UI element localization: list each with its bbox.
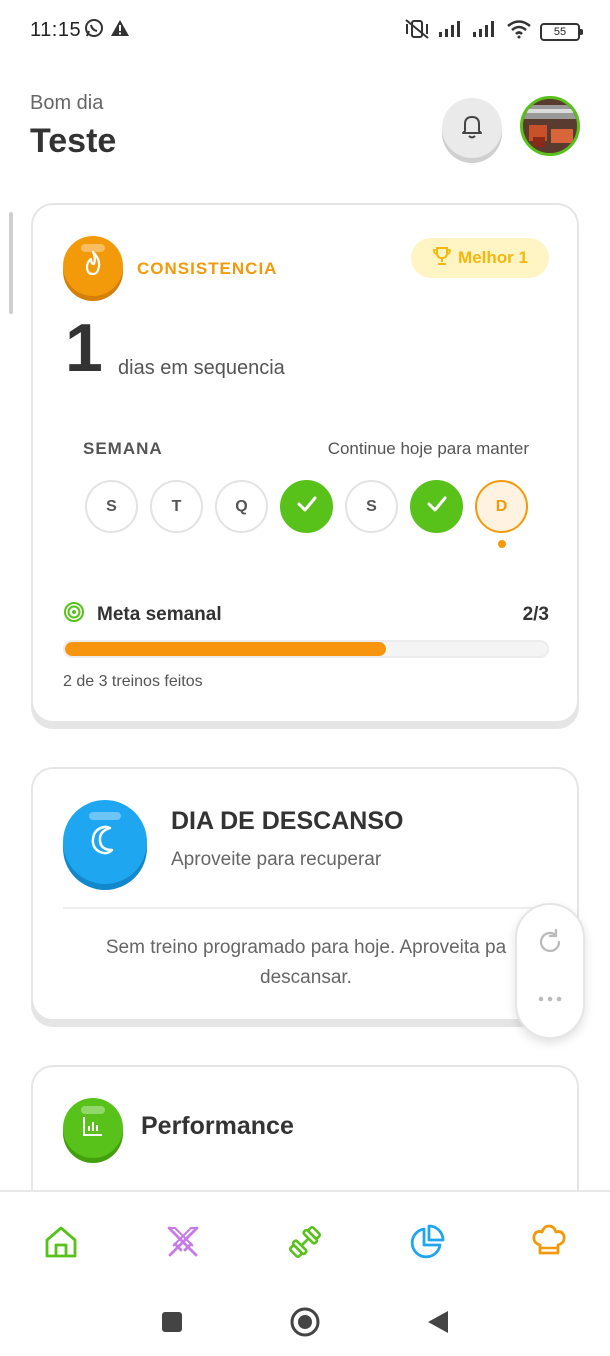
check-icon bbox=[426, 495, 448, 518]
bell-icon bbox=[459, 112, 485, 145]
signal-icon bbox=[438, 20, 464, 43]
week-label: SEMANA bbox=[83, 439, 163, 458]
rest-day-card: DIA DE DESCANSO Aproveite para recuperar… bbox=[31, 767, 579, 1021]
weekly-goal-sub: 2 de 3 treinos feitos bbox=[63, 673, 203, 690]
rest-icon-badge bbox=[63, 800, 147, 884]
day-circle-done[interactable] bbox=[280, 480, 333, 533]
day-circle-today[interactable]: D bbox=[475, 480, 528, 548]
back-button[interactable] bbox=[426, 1309, 450, 1340]
performance-title: Performance bbox=[141, 1112, 294, 1140]
square-icon bbox=[160, 1312, 184, 1338]
whatsapp-icon bbox=[84, 18, 104, 43]
nav-home[interactable] bbox=[41, 1224, 81, 1264]
weekly-goal-progress bbox=[63, 640, 549, 658]
signal-icon-2 bbox=[472, 20, 498, 43]
scroll-indicator[interactable] bbox=[9, 212, 13, 314]
dumbbell-icon bbox=[286, 1223, 324, 1266]
more-button[interactable] bbox=[517, 991, 583, 1009]
divider bbox=[63, 907, 549, 909]
day-circle[interactable]: S bbox=[345, 480, 398, 533]
avatar[interactable] bbox=[520, 96, 580, 156]
recents-button[interactable] bbox=[160, 1310, 184, 1339]
nav-workouts[interactable] bbox=[285, 1224, 325, 1264]
refresh-icon bbox=[535, 927, 565, 962]
weekly-goal-value: 2/3 bbox=[522, 603, 549, 625]
bar-chart-icon bbox=[81, 1114, 105, 1143]
performance-icon-badge bbox=[63, 1098, 123, 1158]
moon-icon bbox=[88, 823, 122, 862]
username-title: Teste bbox=[30, 122, 117, 160]
check-icon bbox=[296, 495, 318, 518]
rest-message: Sem treino programado para hoje. Aprovei… bbox=[105, 937, 507, 988]
best-streak-text: Melhor 1 bbox=[458, 248, 528, 267]
best-streak-badge: Melhor 1 bbox=[411, 238, 549, 278]
flame-icon bbox=[80, 249, 106, 284]
greeting-text: Bom dia bbox=[30, 92, 104, 114]
more-icon bbox=[536, 991, 564, 1009]
day-circle[interactable]: Q bbox=[215, 480, 268, 533]
streak-number: 1 bbox=[65, 310, 103, 386]
progress-fill bbox=[65, 642, 387, 656]
nav-battles[interactable] bbox=[163, 1224, 203, 1264]
circle-icon bbox=[289, 1307, 321, 1342]
bottom-nav bbox=[0, 1190, 610, 1290]
wifi-icon bbox=[506, 19, 532, 44]
notifications-button[interactable] bbox=[442, 98, 502, 158]
day-circle-done[interactable] bbox=[410, 480, 463, 533]
consistency-label: CONSISTENCIA bbox=[137, 259, 278, 278]
swords-icon bbox=[164, 1223, 202, 1266]
day-circle[interactable]: T bbox=[150, 480, 203, 533]
weekly-goal-label: Meta semanal bbox=[97, 603, 222, 625]
system-nav-bar bbox=[0, 1290, 610, 1356]
week-days: S T Q S D bbox=[85, 480, 528, 548]
status-time: 11:15 bbox=[30, 19, 82, 41]
triangle-back-icon bbox=[426, 1311, 450, 1339]
status-bar: 11:15 55 bbox=[0, 0, 610, 60]
weekly-goal-row: Meta semanal 2/3 bbox=[63, 601, 549, 628]
trophy-icon bbox=[432, 246, 452, 271]
target-icon bbox=[63, 601, 85, 628]
home-icon bbox=[42, 1223, 80, 1266]
streak-text: dias em sequencia bbox=[118, 357, 285, 379]
consistency-icon-badge bbox=[63, 236, 123, 296]
floating-actions bbox=[515, 903, 585, 1039]
nav-stats[interactable] bbox=[407, 1224, 447, 1264]
mute-vibrate-icon bbox=[404, 18, 430, 45]
rest-subtitle: Aproveite para recuperar bbox=[171, 849, 382, 870]
pie-chart-icon bbox=[408, 1223, 446, 1266]
battery-icon: 55 bbox=[540, 22, 583, 41]
warning-icon bbox=[110, 18, 130, 43]
chef-hat-icon bbox=[530, 1223, 568, 1266]
home-system-button[interactable] bbox=[289, 1306, 321, 1343]
day-circle[interactable]: S bbox=[85, 480, 138, 533]
rest-title: DIA DE DESCANSO bbox=[171, 807, 404, 835]
consistency-card: CONSISTENCIA Melhor 1 1 dias em sequenci… bbox=[31, 203, 579, 723]
nav-nutrition[interactable] bbox=[529, 1224, 569, 1264]
week-hint: Continue hoje para manter bbox=[327, 439, 529, 458]
refresh-button[interactable] bbox=[517, 927, 583, 962]
